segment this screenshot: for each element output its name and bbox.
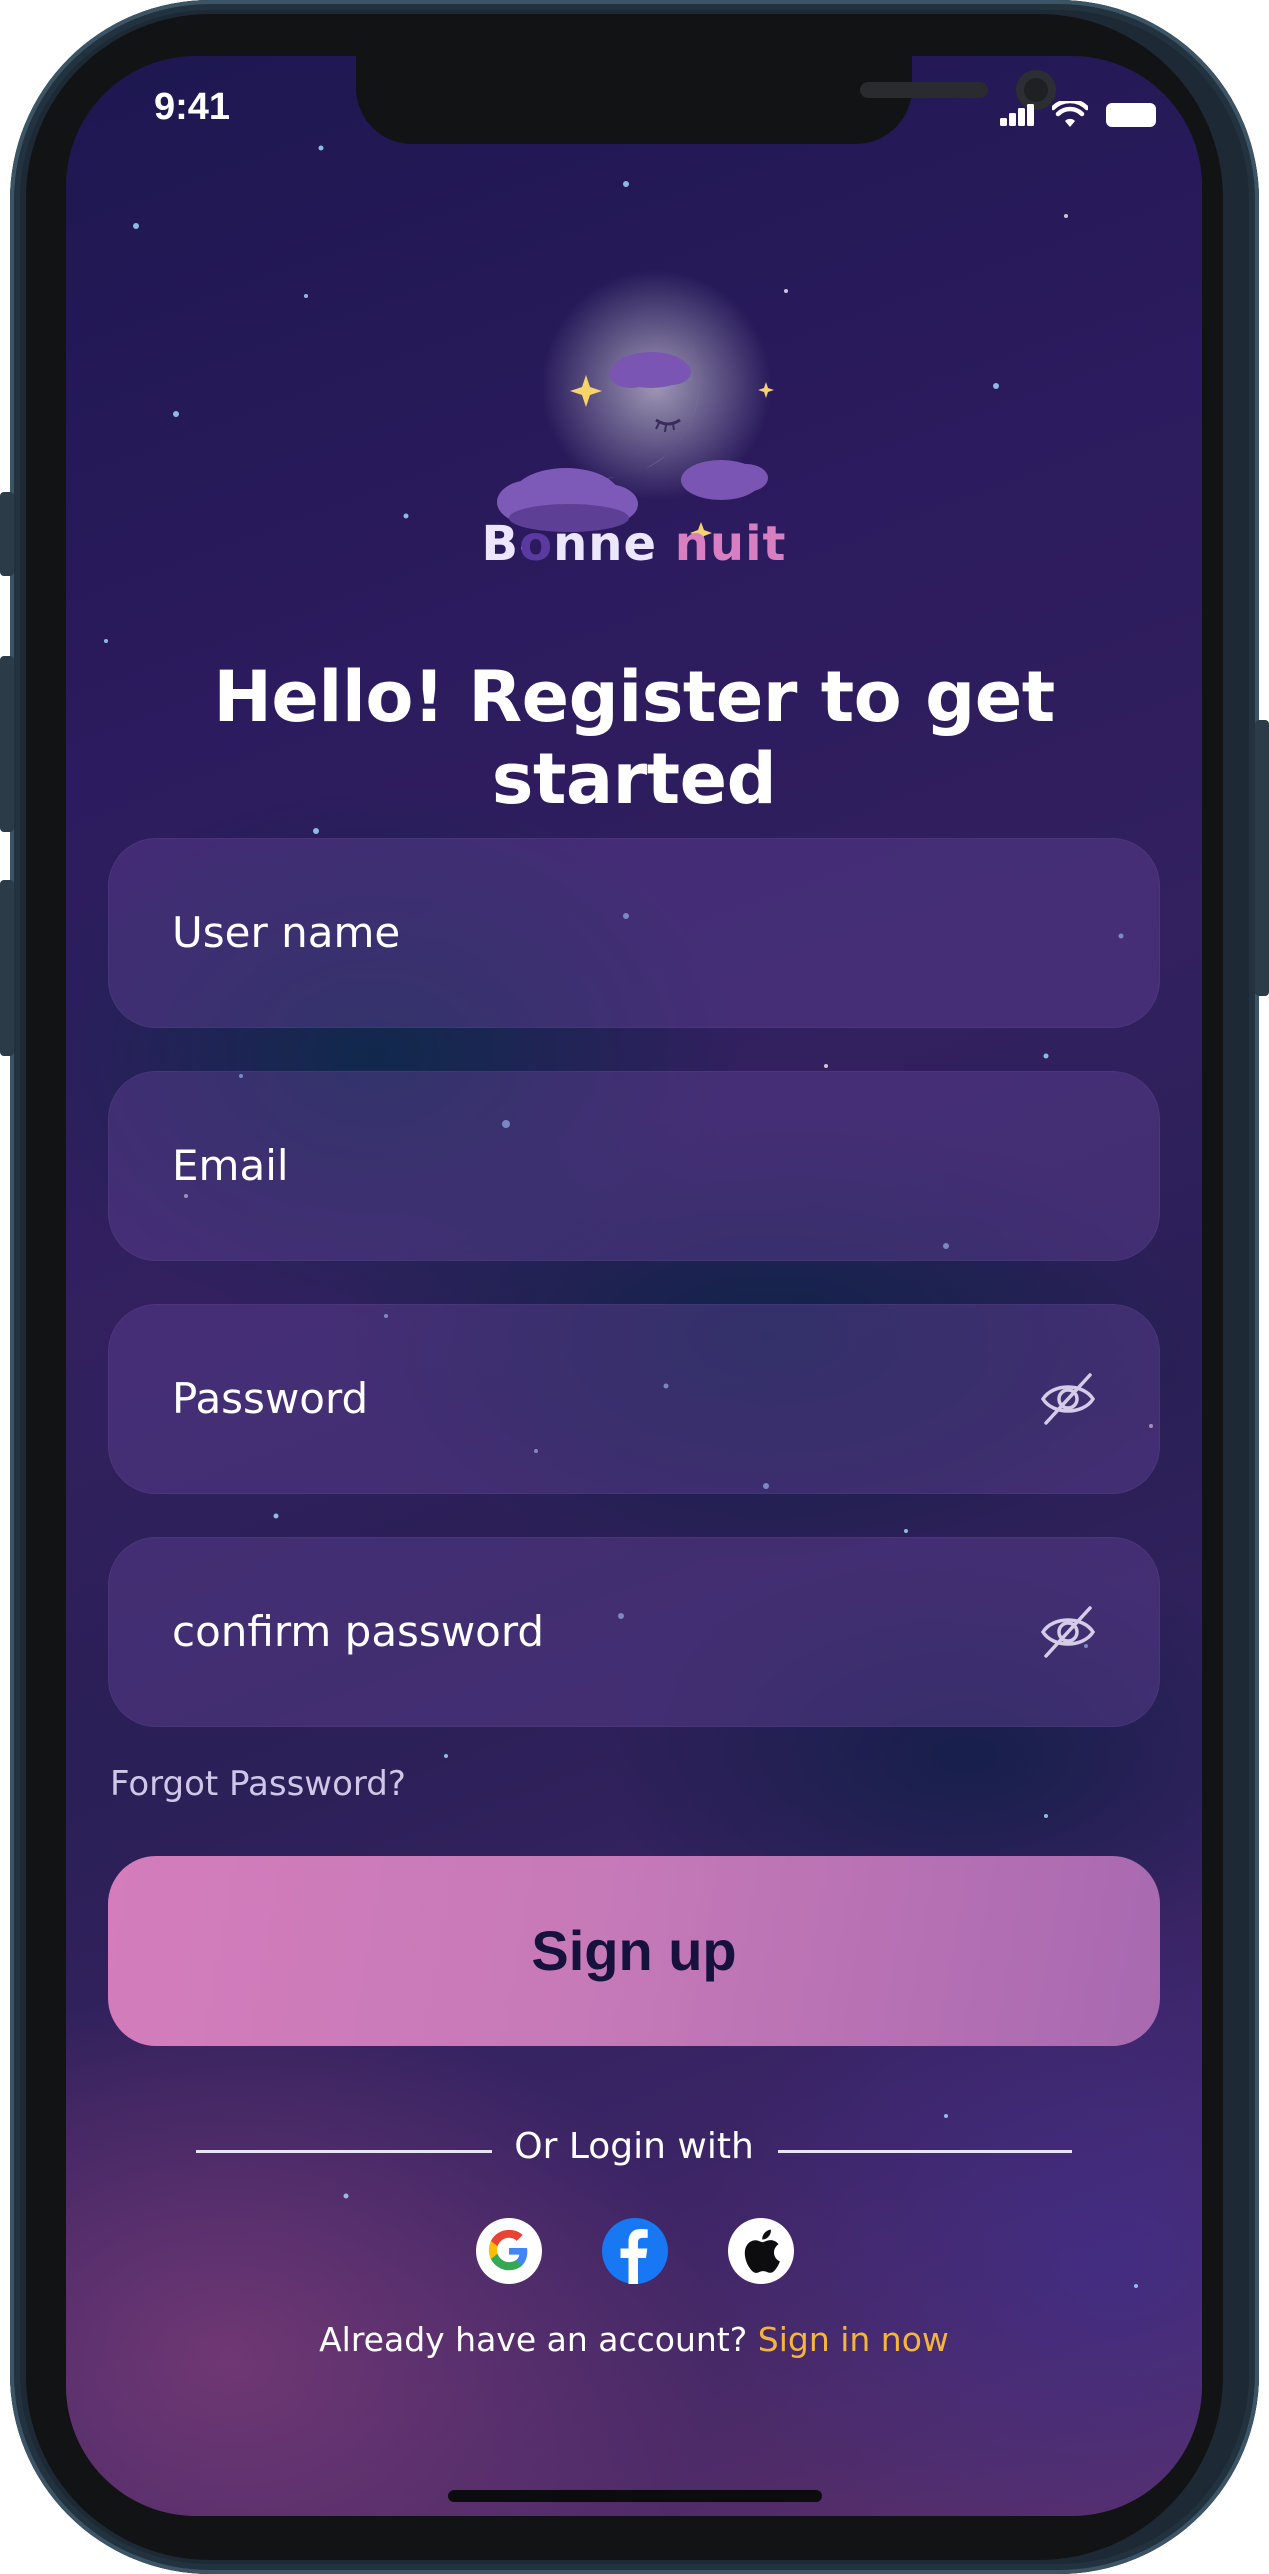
wifi-icon (1052, 101, 1088, 127)
facebook-login-button[interactable] (602, 2218, 668, 2284)
device-notch (356, 56, 1056, 144)
google-icon (488, 2229, 528, 2271)
status-time: 9:41 (154, 86, 231, 128)
username-placeholder: User name (172, 908, 401, 957)
power-button (1255, 720, 1269, 996)
volume-up-button (0, 656, 14, 832)
eye-off-icon[interactable] (1038, 1602, 1098, 1662)
mute-switch (0, 492, 14, 576)
confirm-password-field[interactable]: confirm password (108, 1537, 1160, 1727)
forgot-password-link[interactable]: Forgot Password? (110, 1764, 406, 1804)
eye-off-icon[interactable] (1038, 1369, 1098, 1429)
battery-icon (1106, 103, 1156, 127)
brand-letter-o: o (519, 516, 554, 572)
brand-letter-b: B (481, 516, 520, 572)
apple-icon (744, 2229, 780, 2273)
google-login-button[interactable] (476, 2218, 542, 2284)
email-placeholder: Email (172, 1141, 289, 1190)
confirm-password-placeholder: confirm password (172, 1607, 545, 1656)
email-field[interactable]: Email (108, 1071, 1160, 1261)
app-screen: 9:41 Bonne nuit Hello! Register to get s… (66, 56, 1202, 2516)
earpiece-speaker (860, 82, 988, 98)
status-icons (1000, 100, 1156, 130)
brand-name: Bonne nuit (66, 516, 1202, 572)
home-indicator[interactable] (448, 2490, 822, 2502)
brand-word-rest: nne (553, 516, 657, 572)
divider-right (778, 2150, 1072, 2153)
sign-up-button[interactable]: Sign up (108, 1856, 1160, 2046)
apple-login-button[interactable] (728, 2218, 794, 2284)
signal-icon (1000, 104, 1034, 126)
page-title: Hello! Register to get started (213, 656, 1055, 820)
sign-in-prompt-text: Already have an account? (319, 2320, 748, 2359)
password-placeholder: Password (172, 1374, 369, 1423)
volume-down-button (0, 880, 14, 1056)
brand-word-nuit: nuit (674, 516, 787, 572)
username-field[interactable]: User name (108, 838, 1160, 1028)
sign-in-prompt: Already have an account? Sign in now (66, 2320, 1202, 2359)
password-field[interactable]: Password (108, 1304, 1160, 1494)
or-login-with-label: Or Login with (514, 2126, 754, 2167)
sign-in-now-link[interactable]: Sign in now (758, 2320, 949, 2359)
facebook-icon (620, 2229, 648, 2284)
